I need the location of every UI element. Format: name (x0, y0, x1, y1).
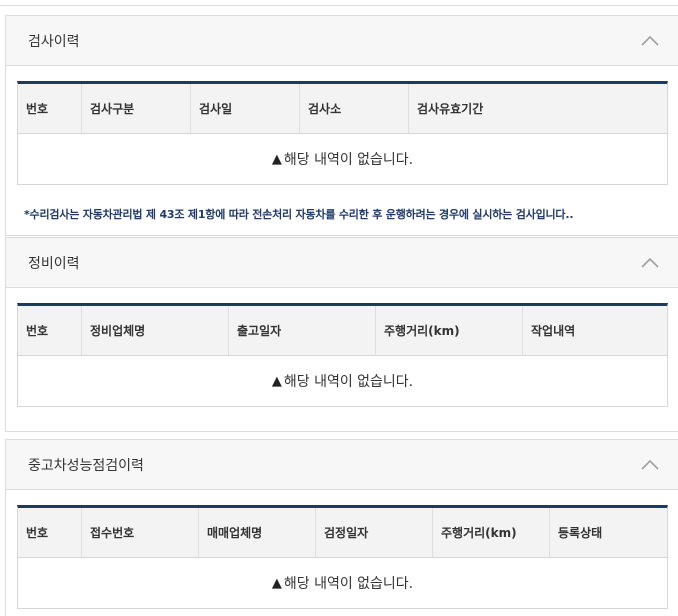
performance-check-history-table: 번호 접수번호 매매업체명 검정일자 주행거리(km) 등록상태 ▲ 해당 내역… (17, 505, 668, 609)
section-title: 검사이력 (28, 33, 80, 50)
column-header: 검사일 (190, 84, 299, 133)
column-header: 주행거리(km) (432, 508, 549, 557)
column-header: 정비업체명 (81, 306, 228, 355)
inspection-history-panel: 검사이력 번호 검사구분 검사일 검사소 검사유효기간 ▲ 해당 내역이 없습니… (5, 15, 678, 236)
column-header: 등록상태 (549, 508, 667, 557)
empty-row: ▲ 해당 내역이 없습니다. (18, 356, 667, 406)
empty-message: 해당 내역이 없습니다. (283, 152, 414, 168)
performance-check-history-header[interactable]: 중고차성능점검이력 (6, 440, 678, 490)
section-title: 중고차성능점검이력 (28, 457, 144, 474)
column-header: 검사유효기간 (408, 84, 667, 133)
column-header: 검사소 (299, 84, 408, 133)
empty-message: 해당 내역이 없습니다. (283, 576, 414, 592)
maintenance-history-panel: 정비이력 번호 정비업체명 출고일자 주행거리(km) 작업내역 ▲ 해당 내역… (5, 237, 678, 432)
inspection-note: *수리검사는 자동차관리법 제 43조 제1항에 따라 전손처리 자동차를 수리… (24, 208, 574, 221)
maintenance-history-header[interactable]: 정비이력 (6, 238, 678, 288)
section-title: 정비이력 (28, 255, 80, 272)
inspection-history-header[interactable]: 검사이력 (6, 16, 678, 66)
column-header: 번호 (26, 102, 49, 116)
table-header-row: 번호 정비업체명 출고일자 주행거리(km) 작업내역 (18, 306, 667, 356)
column-header: 작업내역 (522, 306, 667, 355)
column-header: 매매업체명 (198, 508, 315, 557)
chevron-up-icon[interactable] (640, 31, 660, 51)
column-header: 주행거리(km) (375, 306, 522, 355)
empty-row: ▲ 해당 내역이 없습니다. (18, 558, 667, 608)
column-header: 출고일자 (228, 306, 375, 355)
table-header-row: 번호 검사구분 검사일 검사소 검사유효기간 (18, 84, 667, 134)
performance-check-history-panel: 중고차성능점검이력 번호 접수번호 매매업체명 검정일자 주행거리(km) 등록… (5, 439, 678, 616)
top-divider (0, 5, 678, 6)
empty-row: ▲ 해당 내역이 없습니다. (18, 134, 667, 184)
chevron-up-icon[interactable] (640, 455, 660, 475)
warning-icon: ▲ (271, 151, 282, 167)
warning-icon: ▲ (271, 373, 282, 389)
empty-message: 해당 내역이 없습니다. (283, 374, 414, 390)
inspection-history-table: 번호 검사구분 검사일 검사소 검사유효기간 ▲ 해당 내역이 없습니다. (17, 81, 668, 185)
maintenance-history-table: 번호 정비업체명 출고일자 주행거리(km) 작업내역 ▲ 해당 내역이 없습니… (17, 303, 668, 407)
column-header: 검사구분 (81, 84, 190, 133)
table-header-row: 번호 접수번호 매매업체명 검정일자 주행거리(km) 등록상태 (18, 508, 667, 558)
column-header: 번호 (26, 324, 49, 338)
warning-icon: ▲ (271, 575, 282, 591)
chevron-up-icon[interactable] (640, 253, 660, 273)
column-header: 번호 (26, 526, 49, 540)
column-header: 접수번호 (81, 508, 198, 557)
column-header: 검정일자 (315, 508, 432, 557)
